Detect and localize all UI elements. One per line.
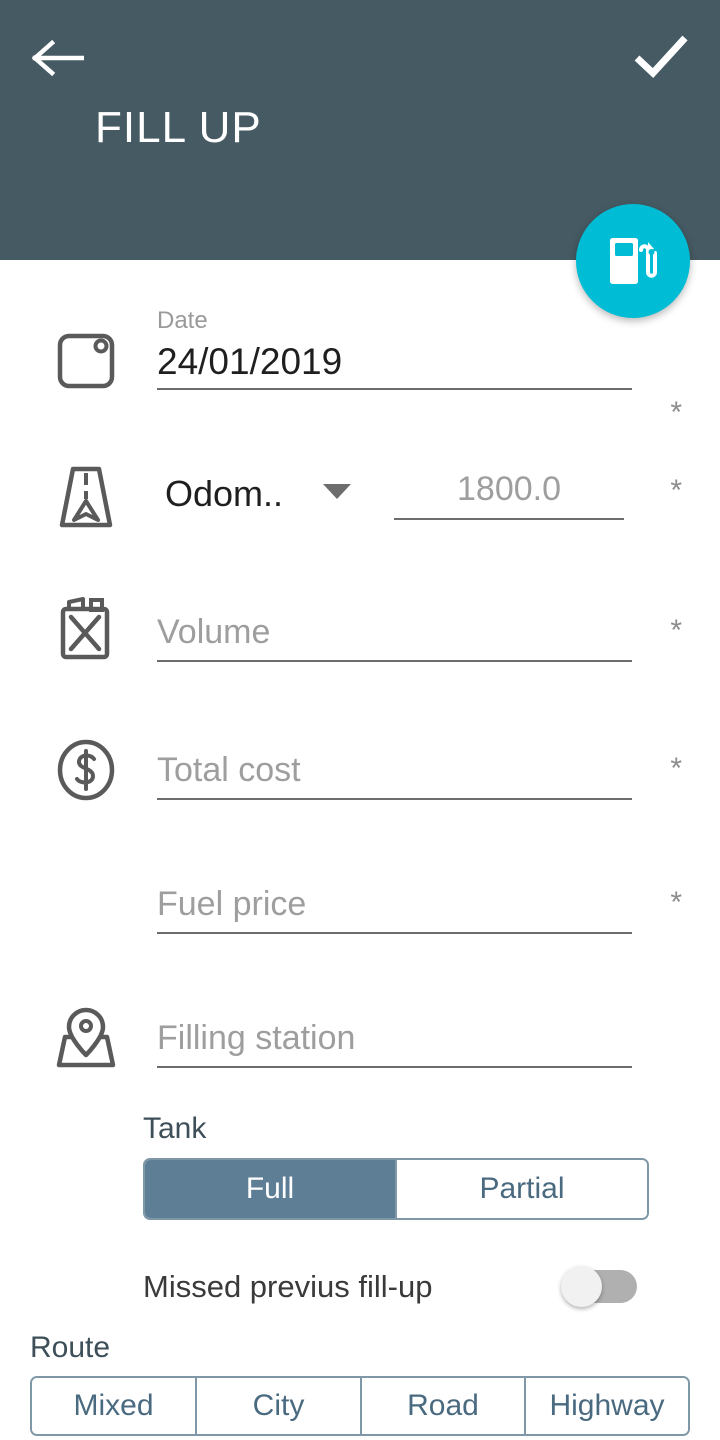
odometer-placeholder: 1800.0 — [457, 470, 561, 508]
fuel-price-field[interactable]: Fuel price — [157, 878, 632, 934]
route-option-road[interactable]: Road — [362, 1378, 526, 1434]
route-option-mixed[interactable]: Mixed — [32, 1378, 197, 1434]
volume-placeholder[interactable]: Volume — [157, 606, 632, 662]
back-button[interactable] — [30, 30, 86, 86]
route-option-highway[interactable]: Highway — [526, 1378, 688, 1434]
jerrycan-icon — [46, 590, 126, 670]
tank-label: Tank — [143, 1112, 207, 1145]
total-cost-placeholder[interactable]: Total cost — [157, 744, 632, 800]
fuel-price-row: Fuel price * — [0, 862, 720, 962]
fill-up-form: Date 24/01/2019 * Odom.. 1800.0 * Volume… — [0, 260, 720, 1440]
route-option-city[interactable]: City — [197, 1378, 362, 1434]
volume-row: Volume * — [0, 590, 720, 690]
page-title: FILL UP — [95, 103, 262, 152]
date-label: Date — [157, 307, 208, 334]
filling-station-field[interactable]: Filling station — [157, 1012, 632, 1068]
confirm-button[interactable] — [630, 26, 692, 88]
odometer-row: Odom.. 1800.0 * — [0, 450, 720, 550]
date-required-marker: * — [670, 396, 682, 429]
filling-station-row: Filling station — [0, 996, 720, 1096]
total-cost-required-marker: * — [670, 752, 682, 785]
checkmark-icon — [634, 35, 688, 78]
volume-required-marker: * — [670, 614, 682, 647]
total-cost-row: Total cost * — [0, 728, 720, 828]
date-value[interactable]: 24/01/2019 — [157, 336, 632, 390]
tank-option-partial[interactable]: Partial — [397, 1160, 647, 1218]
missed-fillup-label: Missed previus fill-up — [143, 1269, 433, 1304]
dollar-circle-icon — [46, 730, 126, 810]
total-cost-field[interactable]: Total cost — [157, 744, 632, 800]
fuel-pump-fab[interactable] — [576, 204, 690, 318]
date-row: Date 24/01/2019 * — [0, 306, 720, 428]
fuel-pump-icon — [610, 238, 657, 284]
missed-fillup-toggle[interactable] — [561, 1266, 639, 1307]
volume-field[interactable]: Volume — [157, 606, 632, 662]
tank-option-full[interactable]: Full — [145, 1160, 397, 1218]
calendar-icon — [46, 320, 126, 400]
tank-segment-group: Full Partial — [143, 1158, 649, 1220]
odometer-input[interactable]: 1800.0 — [394, 460, 624, 520]
fuel-price-required-marker: * — [670, 886, 682, 919]
chevron-down-icon[interactable] — [323, 484, 351, 499]
back-arrow-icon — [32, 40, 84, 76]
fuel-price-placeholder[interactable]: Fuel price — [157, 878, 632, 934]
road-icon — [46, 458, 126, 538]
odometer-type-value: Odom.. — [165, 473, 284, 514]
fill-up-screen: FILL UP Date 24/01/2019 * Odom.. 1800.0 … — [0, 0, 720, 1440]
toggle-knob — [561, 1266, 602, 1307]
odometer-required-marker: * — [670, 474, 682, 507]
route-segment-group: Mixed City Road Highway — [30, 1376, 690, 1436]
filling-station-placeholder[interactable]: Filling station — [157, 1012, 632, 1068]
route-label: Route — [30, 1331, 111, 1364]
date-field[interactable]: Date 24/01/2019 — [157, 306, 632, 390]
map-pin-icon — [46, 998, 126, 1078]
